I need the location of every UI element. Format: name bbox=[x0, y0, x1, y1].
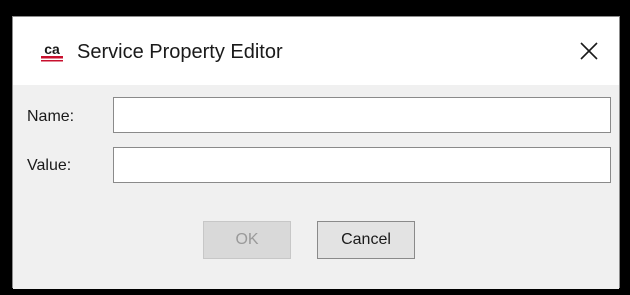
close-icon bbox=[580, 42, 598, 60]
service-property-editor-dialog: ca Service Property Editor Name: Value: … bbox=[12, 16, 620, 289]
close-button[interactable] bbox=[569, 33, 609, 69]
svg-text:ca: ca bbox=[44, 41, 60, 57]
ok-button[interactable]: OK bbox=[203, 221, 291, 259]
name-field[interactable] bbox=[113, 97, 611, 133]
cancel-button[interactable]: Cancel bbox=[317, 221, 415, 259]
screen-background: ca Service Property Editor Name: Value: … bbox=[0, 0, 630, 295]
value-field[interactable] bbox=[113, 147, 611, 183]
dialog-body: Name: Value: OK Cancel bbox=[13, 85, 619, 289]
ca-logo-icon: ca bbox=[39, 41, 65, 63]
dialog-title: Service Property Editor bbox=[77, 41, 283, 63]
dialog-titlebar[interactable]: ca Service Property Editor bbox=[13, 17, 619, 85]
value-label: Value: bbox=[27, 157, 72, 174]
name-label: Name: bbox=[27, 108, 75, 125]
